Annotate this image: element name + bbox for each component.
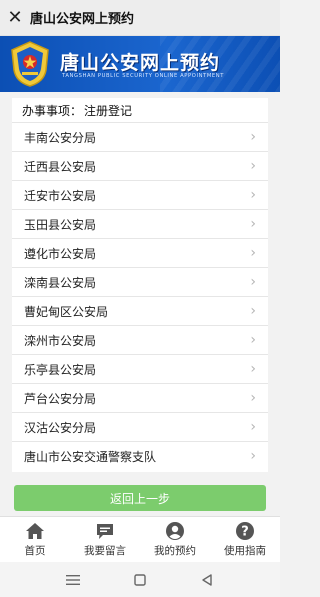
chevron-right-icon: ›	[250, 448, 256, 464]
list-item-label: 滦南县公安局	[24, 275, 97, 290]
svg-text:?: ?	[241, 525, 249, 540]
window-title: 唐山公安网上预约	[30, 12, 135, 27]
list-item-label: 遵化市公安局	[24, 246, 97, 261]
back-button[interactable]: 返回上一步	[14, 485, 266, 511]
office-list: 丰南公安分局 › 迁西县公安局 › 迁安市公安局 › 玉田县公安局 › 遵化市公安局 › …	[12, 122, 268, 470]
chevron-right-icon: ›	[250, 245, 256, 261]
list-item-label: 迁安市公安局	[24, 188, 97, 203]
chevron-right-icon: ›	[250, 274, 256, 290]
banner-subtitle: TANGSHAN PUBLIC SECURITY ONLINE APPOINTM…	[62, 73, 225, 79]
list-item[interactable]: 迁安市公安局 ›	[12, 180, 268, 209]
list-item[interactable]: 芦台公安分局 ›	[12, 383, 268, 412]
chevron-right-icon: ›	[250, 419, 256, 435]
list-item-label: 汉沽公安分局	[24, 420, 97, 435]
back-triangle-icon[interactable]	[195, 570, 219, 590]
help-icon: ?	[236, 522, 254, 540]
nav-item-label: 我要留言	[84, 545, 126, 557]
header-banner: 唐山公安网上预约 TANGSHAN PUBLIC SECURITY ONLINE…	[0, 36, 280, 92]
nav-item-label: 首页	[24, 545, 46, 557]
list-item[interactable]: 遵化市公安局 ›	[12, 238, 268, 267]
service-item-header: 办事事项： 注册登记	[12, 98, 268, 122]
nav-item-label: 我的预约	[154, 545, 196, 557]
chevron-right-icon: ›	[250, 303, 256, 319]
list-item[interactable]: 汉沽公安分局 ›	[12, 412, 268, 441]
list-item-label: 曹妃甸区公安局	[24, 304, 109, 319]
list-item[interactable]: 唐山市公安交通警察支队 ›	[12, 441, 268, 470]
nav-item-home[interactable]: 首页	[0, 517, 70, 562]
list-item[interactable]: 滦州市公安局 ›	[12, 325, 268, 354]
list-item[interactable]: 滦南县公安局 ›	[12, 267, 268, 296]
chevron-right-icon: ›	[250, 216, 256, 232]
police-emblem-icon	[11, 41, 49, 87]
menu-icon[interactable]	[61, 570, 85, 590]
system-nav-bar	[0, 562, 280, 597]
chevron-right-icon: ›	[250, 158, 256, 174]
list-item-label: 唐山市公安交通警察支队	[24, 449, 157, 464]
nav-item-guide[interactable]: ? 使用指南	[210, 517, 280, 562]
list-item[interactable]: 曹妃甸区公安局 ›	[12, 296, 268, 325]
banner-title: 唐山公安网上预约	[60, 52, 221, 74]
home-square-icon[interactable]	[128, 570, 152, 590]
nav-item-appointments[interactable]: 我的预约	[140, 517, 210, 562]
message-icon	[97, 524, 113, 539]
service-item-label: 办事事项：	[22, 103, 83, 118]
list-item-label: 芦台公安分局	[24, 391, 97, 406]
list-item[interactable]: 丰南公安分局 ›	[12, 122, 268, 151]
list-item[interactable]: 乐亭县公安局 ›	[12, 354, 268, 383]
office-list-card: 办事事项： 注册登记 丰南公安分局 › 迁西县公安局 › 迁安市公安局 › 玉田县公安…	[12, 98, 268, 472]
bottom-nav: 首页 我要留言 我的预约 ? 使用指南	[0, 516, 280, 562]
chevron-right-icon: ›	[250, 129, 256, 145]
close-icon[interactable]: ✕	[0, 0, 30, 36]
list-item-label: 玉田县公安局	[24, 217, 97, 232]
list-item[interactable]: 玉田县公安局 ›	[12, 209, 268, 238]
chevron-right-icon: ›	[250, 187, 256, 203]
list-item-label: 丰南公安分局	[24, 130, 97, 145]
list-item-label: 迁西县公安局	[24, 159, 97, 174]
app-top-bar: ✕ 唐山公安网上预约	[0, 0, 280, 36]
list-item[interactable]: 迁西县公安局 ›	[12, 151, 268, 180]
home-icon	[26, 523, 44, 539]
chevron-right-icon: ›	[250, 361, 256, 377]
list-item-label: 滦州市公安局	[24, 333, 97, 348]
chevron-right-icon: ›	[250, 390, 256, 406]
list-item-label: 乐亭县公安局	[24, 362, 97, 377]
service-item-value: 注册登记	[84, 103, 133, 118]
user-icon	[166, 522, 184, 540]
nav-item-label: 使用指南	[224, 545, 266, 557]
chevron-right-icon: ›	[250, 332, 256, 348]
nav-item-message[interactable]: 我要留言	[70, 517, 140, 562]
